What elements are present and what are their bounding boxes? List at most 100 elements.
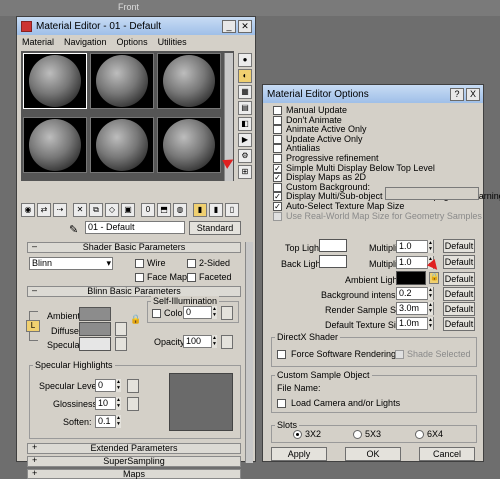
load-camera-checkbox[interactable] — [277, 399, 286, 408]
minimize-button[interactable]: _ — [222, 19, 236, 33]
option-checkbox[interactable] — [273, 173, 282, 183]
opacity-map-button[interactable] — [221, 335, 233, 349]
sample-slot-4[interactable] — [23, 117, 87, 173]
soften-spinner[interactable]: ▲ ▼ — [115, 415, 121, 428]
option-checkbox[interactable] — [273, 106, 282, 115]
eyedropper-icon[interactable]: ✎ — [69, 223, 78, 236]
specular-level-map-button[interactable] — [127, 379, 139, 393]
option-checkbox[interactable] — [273, 202, 282, 211]
put-to-scene-icon[interactable]: ⇄ — [37, 203, 51, 217]
custom-background-field[interactable] — [385, 187, 479, 200]
option-checkbox[interactable] — [273, 211, 282, 221]
top-light-default-button[interactable]: Default — [443, 239, 475, 253]
sample-slot-1[interactable] — [23, 53, 87, 109]
options-titlebar[interactable]: Material Editor Options ? X — [263, 85, 483, 103]
shader-type-dropdown[interactable]: Blinn ▾ — [29, 257, 113, 270]
rollout-scrollbar[interactable] — [245, 242, 253, 463]
self-illum-spinner[interactable]: ▲ ▼ — [211, 306, 217, 319]
self-illum-color-checkbox[interactable] — [152, 309, 161, 318]
top-multiplier-spinner[interactable]: ▲ ▼ — [427, 240, 433, 253]
lock-icon[interactable]: L — [26, 320, 40, 332]
face-map-checkbox[interactable] — [135, 273, 144, 282]
select-by-material-icon[interactable]: ⊞ — [238, 165, 252, 179]
diffuse-color-swatch[interactable] — [79, 322, 111, 336]
material-name-field[interactable]: 01 - Default — [85, 221, 185, 234]
ambient-default-button[interactable]: Default — [443, 272, 475, 286]
uv-tiling-icon[interactable]: ▤ — [238, 101, 252, 115]
specular-level-spinner[interactable]: ▲ ▼ — [115, 379, 121, 392]
slots-5x3-radio[interactable] — [353, 430, 362, 439]
back-light-swatch[interactable] — [319, 255, 347, 268]
material-editor-titlebar[interactable]: Material Editor - 01 - Default _ ✕ — [17, 17, 255, 35]
make-unique-icon[interactable]: ◇ — [105, 203, 119, 217]
self-illum-map-button[interactable] — [221, 306, 233, 320]
specular-map-button[interactable] — [115, 337, 127, 351]
bg-intensity-default-button[interactable]: Default — [443, 287, 475, 301]
sample-slot-5[interactable] — [90, 117, 154, 173]
backlight-icon[interactable]: ◐ — [238, 69, 252, 83]
render-sample-spinner[interactable]: ▲ ▼ — [427, 302, 433, 315]
options-icon[interactable]: ⚙ — [238, 149, 252, 163]
opacity-spinner[interactable]: ▲ ▼ — [211, 335, 217, 348]
help-button[interactable]: ? — [450, 87, 464, 101]
show-map-in-viewport-icon[interactable]: ⬒ — [157, 203, 171, 217]
menu-navigation[interactable]: Navigation — [64, 37, 107, 47]
ambient-light-swatch[interactable] — [396, 271, 426, 285]
cancel-button[interactable]: Cancel — [419, 447, 475, 461]
force-software-rendering-checkbox[interactable] — [277, 350, 286, 359]
get-material-icon[interactable]: ◉ — [21, 203, 35, 217]
sample-type-icon[interactable]: ● — [238, 53, 252, 67]
shader-basic-parameters-rollout[interactable]: – Shader Basic Parameters — [27, 242, 241, 253]
option-checkbox[interactable] — [273, 144, 282, 154]
faceted-checkbox[interactable] — [187, 273, 196, 282]
material-map-navigator-icon[interactable]: ▯ — [225, 203, 239, 217]
video-check-icon[interactable]: ◧ — [238, 117, 252, 131]
sample-slot-2[interactable] — [90, 53, 154, 109]
go-to-parent-icon[interactable]: ▮ — [193, 203, 207, 217]
slots-3x2-radio[interactable] — [293, 430, 302, 439]
option-checkbox[interactable] — [273, 192, 282, 202]
sample-slot-3[interactable] — [157, 53, 221, 109]
back-light-default-button[interactable]: Default — [443, 255, 475, 269]
extended-parameters-rollout[interactable]: + Extended Parameters — [27, 443, 241, 454]
go-forward-to-sibling-icon[interactable]: ▮ — [209, 203, 223, 217]
apply-button[interactable]: Apply — [271, 447, 327, 461]
option-checkbox[interactable] — [273, 125, 282, 135]
default-texture-spinner[interactable]: ▲ ▼ — [427, 317, 433, 330]
make-preview-icon[interactable]: ▶ — [238, 133, 252, 147]
glossiness-spinner[interactable]: ▲ ▼ — [115, 397, 121, 410]
assign-to-selection-icon[interactable]: ⇢ — [53, 203, 67, 217]
option-checkbox[interactable] — [273, 134, 282, 144]
show-end-result-icon[interactable]: ◍ — [173, 203, 187, 217]
menu-utilities[interactable]: Utilities — [158, 37, 187, 47]
option-checkbox[interactable] — [273, 154, 282, 163]
option-checkbox[interactable] — [273, 182, 282, 192]
bg-intensity-spinner[interactable]: ▲ ▼ — [427, 287, 433, 300]
options-close-button[interactable]: X — [466, 87, 480, 101]
close-button[interactable]: ✕ — [238, 19, 252, 33]
menu-options[interactable]: Options — [117, 37, 148, 47]
menu-material[interactable]: Material — [22, 37, 54, 47]
material-effects-channel-icon[interactable]: 0 — [141, 203, 155, 217]
background-icon[interactable]: ▦ — [238, 85, 252, 99]
put-to-library-icon[interactable]: ▣ — [121, 203, 135, 217]
specular-color-swatch[interactable] — [79, 337, 111, 351]
padlock-icon[interactable]: 🔒 — [130, 314, 141, 325]
render-sample-default-button[interactable]: Default — [443, 302, 475, 316]
ok-button[interactable]: OK — [345, 447, 401, 461]
diffuse-map-button[interactable] — [115, 322, 127, 336]
option-checkbox[interactable] — [273, 115, 282, 125]
option-checkbox[interactable] — [273, 163, 282, 173]
default-texture-default-button[interactable]: Default — [443, 317, 475, 331]
wire-checkbox[interactable] — [135, 259, 144, 268]
top-light-swatch[interactable] — [319, 239, 347, 252]
maps-rollout[interactable]: + Maps — [27, 469, 241, 479]
ambient-color-swatch[interactable] — [79, 307, 111, 321]
sample-slot-6[interactable] — [157, 117, 221, 173]
reset-map-icon[interactable]: ✕ — [73, 203, 87, 217]
material-type-button[interactable]: Standard — [189, 221, 241, 235]
make-copy-icon[interactable]: ⧉ — [89, 203, 103, 217]
shade-selected-checkbox[interactable] — [395, 350, 404, 359]
glossiness-map-button[interactable] — [127, 397, 139, 411]
two-sided-checkbox[interactable] — [187, 259, 196, 268]
